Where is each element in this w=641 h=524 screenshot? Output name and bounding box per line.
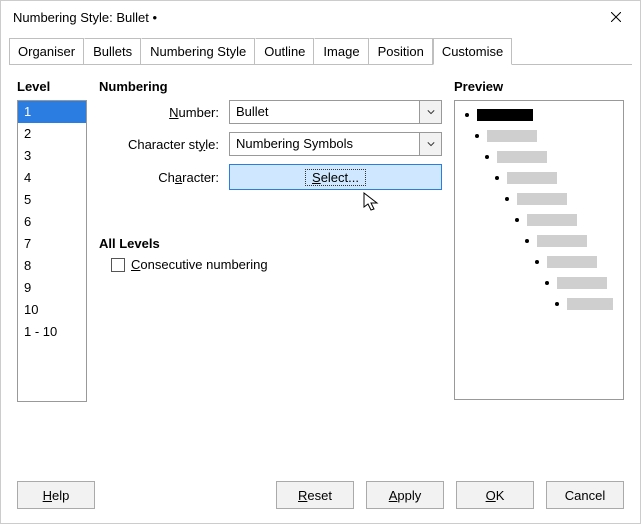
level-item[interactable]: 6 [18,211,86,233]
level-item[interactable]: 1 [18,101,86,123]
level-item[interactable]: 3 [18,145,86,167]
bullet-icon [515,218,519,222]
preview-row [465,109,613,121]
tab-image[interactable]: Image [314,38,368,65]
character-row: Character: Select... [99,164,442,190]
help-button[interactable]: Help [17,481,95,509]
charstyle-row: Character style: Numbering Symbols [99,132,442,156]
chevron-down-icon [427,140,435,148]
tab-bullets[interactable]: Bullets [84,38,141,65]
level-item[interactable]: 1 - 10 [18,321,86,343]
bullet-icon [495,176,499,180]
button-bar: Help Reset Apply OK Cancel [1,481,640,509]
charstyle-select[interactable]: Numbering Symbols [229,132,442,156]
chevron-down-icon [427,108,435,116]
bullet-icon [465,113,469,117]
level-item[interactable]: 5 [18,189,86,211]
select-character-label: Select... [305,169,366,186]
bullet-icon [525,239,529,243]
level-list[interactable]: 123456789101 - 10 [17,100,87,402]
preview-row [545,277,613,289]
numbering-heading: Numbering [99,79,442,94]
preview-bar [487,130,537,142]
charstyle-dropdown-button[interactable] [420,132,442,156]
close-button[interactable] [596,3,636,31]
consecutive-numbering-label: Consecutive numbering [131,257,268,272]
level-item[interactable]: 2 [18,123,86,145]
bullet-icon [545,281,549,285]
preview-bar [567,298,613,310]
bullet-icon [475,134,479,138]
preview-bar [517,193,567,205]
level-item[interactable]: 9 [18,277,86,299]
level-heading: Level [17,79,87,94]
apply-button[interactable]: Apply [366,481,444,509]
level-item[interactable]: 7 [18,233,86,255]
dialog-window: Numbering Style: Bullet • OrganiserBulle… [0,0,641,524]
preview-row [485,151,613,163]
select-character-button[interactable]: Select... [229,164,442,190]
preview-bar [527,214,577,226]
reset-button[interactable]: Reset [276,481,354,509]
level-item[interactable]: 10 [18,299,86,321]
checkbox-box-icon [111,258,125,272]
preview-row [475,130,613,142]
close-icon [611,12,621,22]
all-levels-section: All Levels Consecutive numbering [99,236,442,272]
preview-bar [477,109,533,121]
preview-bar [507,172,557,184]
preview-row [495,172,613,184]
preview-bar [537,235,587,247]
preview-row [515,214,613,226]
character-label: Character: [99,170,229,185]
level-item[interactable]: 4 [18,167,86,189]
consecutive-numbering-checkbox[interactable]: Consecutive numbering [111,257,442,272]
tab-customise[interactable]: Customise [433,38,512,65]
tab-strip: OrganiserBulletsNumbering StyleOutlineIm… [9,37,632,65]
preview-bar [557,277,607,289]
character-control: Select... [229,164,442,190]
number-row: Number: Bullet [99,100,442,124]
preview-column: Preview [454,79,624,402]
preview-row [525,235,613,247]
titlebar: Numbering Style: Bullet • [1,1,640,33]
preview-heading: Preview [454,79,624,94]
tab-numbering-style[interactable]: Numbering Style [141,38,255,65]
ok-button[interactable]: OK [456,481,534,509]
preview-bar [497,151,547,163]
preview-row [555,298,613,310]
bullet-icon [535,260,539,264]
charstyle-label: Character style: [99,137,229,152]
number-value: Bullet [229,100,420,124]
number-label: Number: [99,105,229,120]
bullet-icon [505,197,509,201]
level-item[interactable]: 8 [18,255,86,277]
preview-row [535,256,613,268]
preview-bar [547,256,597,268]
numbering-column: Numbering Number: Bullet Character style… [99,79,442,402]
window-title: Numbering Style: Bullet • [13,10,157,25]
preview-box [454,100,624,400]
bullet-icon [485,155,489,159]
all-levels-heading: All Levels [99,236,442,251]
tab-outline[interactable]: Outline [255,38,314,65]
preview-row [505,193,613,205]
number-dropdown-button[interactable] [420,100,442,124]
cancel-button[interactable]: Cancel [546,481,624,509]
bullet-icon [555,302,559,306]
charstyle-value: Numbering Symbols [229,132,420,156]
tab-organiser[interactable]: Organiser [9,38,84,65]
tab-position[interactable]: Position [369,38,433,65]
number-select[interactable]: Bullet [229,100,442,124]
level-column: Level 123456789101 - 10 [17,79,87,402]
